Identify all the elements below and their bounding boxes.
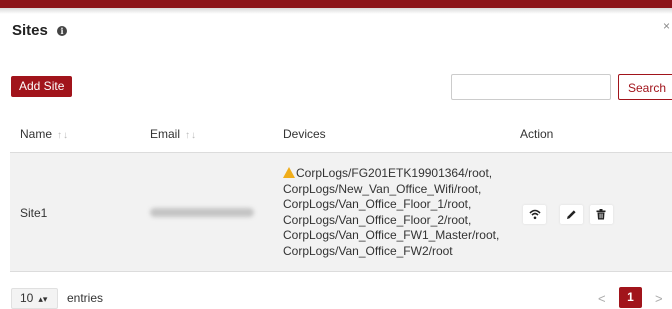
wifi-icon <box>529 209 541 220</box>
table-bottom-divider <box>10 271 672 272</box>
device-line: CorpLogs/Van_Office_FW2/root <box>283 243 453 258</box>
column-header-name[interactable]: Name ↑↓ <box>20 127 69 141</box>
column-header-name-label: Name <box>20 127 53 141</box>
column-header-email-label: Email <box>150 127 181 141</box>
device-line: CorpLogs/FG201ETK19901364/root, <box>283 166 499 182</box>
device-line: CorpLogs/Van_Office_FW1_Master/root, <box>283 228 500 242</box>
edit-button[interactable] <box>560 205 583 224</box>
next-page-button[interactable]: > <box>655 291 663 306</box>
close-icon[interactable]: × <box>663 19 670 33</box>
column-header-devices: Devices <box>283 127 326 141</box>
delete-button[interactable] <box>590 205 613 224</box>
trash-icon <box>596 209 606 220</box>
sort-icon[interactable]: ↑↓ <box>185 130 197 141</box>
pencil-icon <box>567 210 576 219</box>
wifi-button[interactable] <box>523 205 546 224</box>
column-header-action: Action <box>520 127 554 141</box>
device-line: CorpLogs/Van_Office_Floor_1/root, <box>283 197 472 211</box>
search-button[interactable]: Search <box>618 74 672 100</box>
column-header-email[interactable]: Email ↑↓ <box>150 127 197 141</box>
email-cell-redacted <box>150 208 254 217</box>
page-size-value: 10 <box>20 291 34 305</box>
sort-icon[interactable]: ↑↓ <box>57 130 69 141</box>
page-1-button[interactable]: 1 <box>619 287 642 308</box>
top-accent-bar <box>0 0 672 8</box>
device-line: CorpLogs/New_Van_Office_Wifi/root, <box>283 181 482 196</box>
add-site-button[interactable]: Add Site <box>11 76 73 97</box>
devices-cell: CorpLogs/FG201ETK19901364/root, CorpLogs… <box>283 166 499 259</box>
chevron-updown-icon: ▴▾ <box>38 294 48 304</box>
search-input[interactable] <box>451 74 611 100</box>
page-size-select[interactable]: 10 ▴▾ <box>11 288 58 309</box>
dialog-title: Sites <box>12 22 48 39</box>
top-bar-shadow <box>0 8 672 14</box>
site-name-cell: Site1 <box>20 206 48 220</box>
warning-icon <box>283 167 295 178</box>
device-line: CorpLogs/Van_Office_Floor_2/root, <box>283 212 472 227</box>
entries-label: entries <box>67 291 104 305</box>
prev-page-button[interactable]: < <box>598 291 606 306</box>
info-icon[interactable]: i <box>57 26 67 36</box>
